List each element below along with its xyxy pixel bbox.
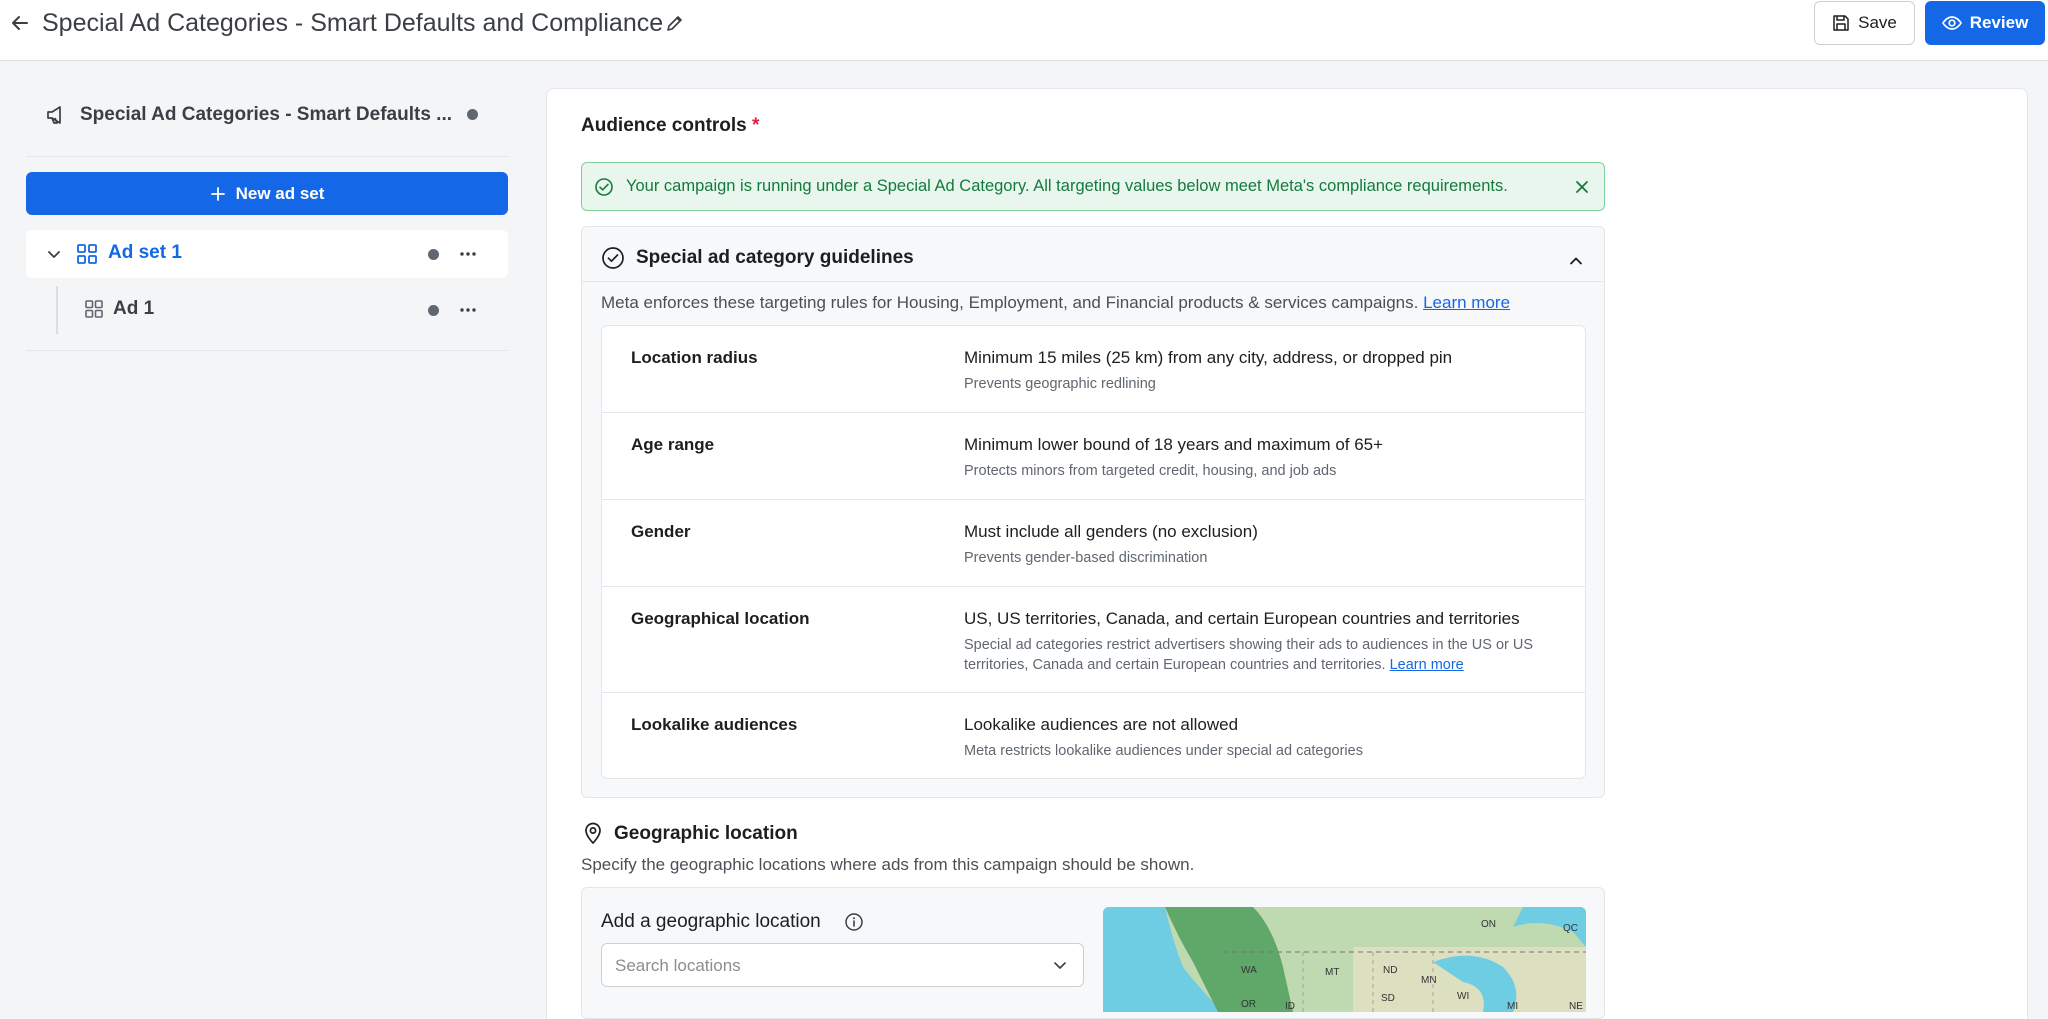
required-mark: * <box>752 115 760 136</box>
rule-value: Minimum lower bound of 18 years and maxi… <box>964 435 1384 454</box>
map-label: ND <box>1383 965 1398 976</box>
rule-name: Location radius <box>631 348 758 367</box>
rule-value: Must include all genders (no exclusion) <box>964 522 1258 541</box>
chevron-down-icon[interactable] <box>1051 956 1071 976</box>
save-icon <box>1833 15 1849 31</box>
rule-name: Age range <box>631 435 715 454</box>
ad-set-label: Ad set 1 <box>108 242 182 263</box>
status-dot <box>467 109 478 120</box>
add-location-label: Add a geographic location <box>601 911 821 932</box>
new-ad-set-label: New ad set <box>235 183 325 203</box>
learn-more-link[interactable]: Learn more <box>1390 657 1464 673</box>
close-icon[interactable] <box>1572 177 1592 197</box>
audience-controls-title: Audience controls * <box>581 115 760 136</box>
rule-row: Gender Must include all genders (no excl… <box>602 500 1585 587</box>
map-label: MT <box>1325 967 1340 978</box>
guidelines-description: Meta enforces these targeting rules for … <box>601 293 1511 312</box>
map-label: NE <box>1569 1001 1583 1012</box>
geo-section-description: Specify the geographic locations where a… <box>581 855 1195 874</box>
sidebar-item-ad[interactable]: Ad 1 <box>56 286 508 334</box>
map-label: ON <box>1481 919 1496 930</box>
map-label: MN <box>1421 975 1437 986</box>
save-button[interactable]: Save <box>1814 1 1915 45</box>
sidebar-divider <box>26 350 508 351</box>
rule-row: Age range Minimum lower bound of 18 year… <box>602 413 1585 500</box>
geo-location-card: Add a geographic location ON QC WA MT ND… <box>581 887 1605 1019</box>
map-label: WA <box>1241 965 1257 976</box>
review-label: Review <box>1969 13 2029 32</box>
rule-name: Lookalike audiences <box>631 715 798 734</box>
more-options-icon[interactable] <box>456 300 480 320</box>
grid-icon <box>75 242 99 266</box>
megaphone-icon <box>44 103 68 127</box>
map-label: MI <box>1507 1001 1519 1012</box>
rule-note: Protects minors from targeted credit, ho… <box>964 463 1337 479</box>
rule-value: US, US territories, Canada, and certain … <box>964 609 1520 628</box>
status-dot <box>428 305 439 316</box>
back-arrow-icon[interactable] <box>8 10 32 36</box>
search-locations-dropdown[interactable] <box>601 943 1084 987</box>
guidelines-title: Special ad category guidelines <box>636 247 914 268</box>
location-pin-icon <box>581 821 605 845</box>
ad-label: Ad 1 <box>113 298 155 319</box>
new-ad-set-button[interactable]: New ad set <box>26 172 508 215</box>
pencil-icon[interactable] <box>663 11 687 35</box>
rule-value: Lookalike audiences are not allowed <box>964 715 1239 734</box>
rule-note: Prevents gender-based discrimination <box>964 550 1208 566</box>
guidelines-divider <box>582 281 1604 282</box>
alert-message: Your campaign is running under a Special… <box>626 177 1508 195</box>
rule-note: Meta restricts lookalike audiences under… <box>964 743 1363 759</box>
sidebar-divider <box>26 156 508 157</box>
map-label: SD <box>1381 993 1395 1004</box>
check-circle-icon <box>594 177 614 197</box>
map-terrain <box>1103 907 1586 1012</box>
rule-value: Minimum 15 miles (25 km) from any city, … <box>964 348 1453 367</box>
grid-icon <box>84 299 104 319</box>
rule-note: Prevents geographic redlining <box>964 376 1156 392</box>
plus-icon <box>210 186 225 201</box>
rule-row: Lookalike audiences Lookalike audiences … <box>602 693 1585 780</box>
campaign-name: Special Ad Categories - Smart Defaults .… <box>80 104 453 125</box>
rule-name: Geographical location <box>631 609 810 628</box>
page-title: Special Ad Categories - Smart Defaults a… <box>42 9 664 37</box>
learn-more-link[interactable]: Learn more <box>1423 293 1510 312</box>
info-icon[interactable] <box>844 912 864 932</box>
search-locations-input[interactable] <box>615 954 1035 978</box>
map-label: OR <box>1241 999 1256 1010</box>
chevron-up-icon[interactable] <box>1566 251 1586 271</box>
status-dot <box>428 249 439 260</box>
rule-row: Location radius Minimum 15 miles (25 km)… <box>602 326 1585 413</box>
geo-section-title: Geographic location <box>614 823 798 844</box>
guidelines-panel: Special ad category guidelines Meta enfo… <box>581 226 1605 798</box>
map-label: ID <box>1285 1001 1295 1012</box>
rules-table: Location radius Minimum 15 miles (25 km)… <box>601 325 1586 779</box>
save-label: Save <box>1858 13 1897 32</box>
sidebar-item-ad-set[interactable]: Ad set 1 <box>26 230 508 278</box>
top-bar: Special Ad Categories - Smart Defaults a… <box>0 0 2048 61</box>
rule-note: Special ad categories restrict advertise… <box>964 637 1534 673</box>
review-button[interactable]: Review <box>1925 1 2045 45</box>
map-label: QC <box>1563 923 1578 934</box>
more-options-icon[interactable] <box>456 244 480 264</box>
chevron-down-icon[interactable] <box>44 244 64 264</box>
map-label: WI <box>1457 991 1470 1002</box>
compliance-alert: Your campaign is running under a Special… <box>581 162 1605 211</box>
location-map[interactable]: ON QC WA MT ND MN OR ID SD WI MI NE <box>1103 907 1586 1012</box>
check-circle-icon <box>601 246 625 270</box>
sidebar-campaign[interactable]: Special Ad Categories - Smart Defaults .… <box>44 98 484 132</box>
rule-name: Gender <box>631 522 691 541</box>
rule-row: Geographical location US, US territories… <box>602 587 1585 693</box>
eye-icon <box>1941 16 1962 30</box>
